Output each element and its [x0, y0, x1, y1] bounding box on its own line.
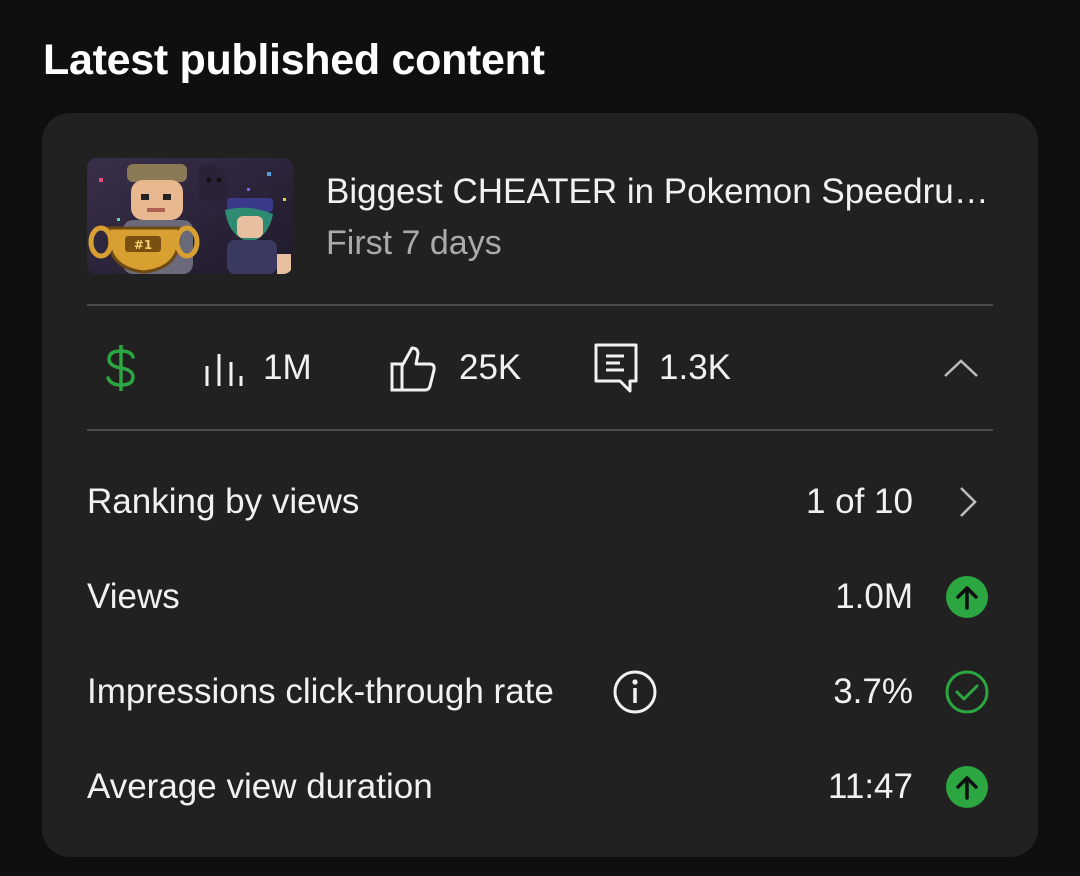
latest-content-card[interactable]: #1 Biggest CHEATER in Pokemon Speedru… F…: [42, 113, 1038, 857]
metric-label: Impressions click-through rate: [87, 672, 554, 711]
thumbnail-badge: #1: [134, 238, 152, 252]
comments-stat[interactable]: 1.3K: [593, 306, 731, 430]
divider-bottom: [87, 429, 993, 431]
chevron-up-icon: [944, 359, 978, 377]
video-row[interactable]: #1 Biggest CHEATER in Pokemon Speedru… F…: [87, 158, 993, 276]
comments-count: 1.3K: [659, 348, 731, 387]
metric-label: Ranking by views: [87, 482, 360, 521]
metric-value: 1 of 10: [805, 482, 913, 521]
check-circle-icon: [945, 670, 989, 714]
thumbs-up-icon: [390, 346, 436, 392]
likes-count: 25K: [459, 348, 522, 387]
metric-value: 3.7%: [833, 672, 913, 711]
stats-row[interactable]: 1M 25K 1.3K: [87, 306, 993, 430]
video-period: First 7 days: [326, 224, 502, 262]
metric-label: Views: [87, 577, 180, 616]
views-count: 1M: [263, 348, 312, 387]
video-thumbnail[interactable]: #1: [87, 158, 293, 274]
revenue-stat[interactable]: [103, 306, 139, 430]
avg-duration-row[interactable]: Average view duration 11:47: [87, 747, 993, 827]
video-title[interactable]: Biggest CHEATER in Pokemon Speedru…: [326, 172, 993, 212]
likes-stat[interactable]: 25K: [389, 306, 521, 430]
section-title: Latest published content: [43, 36, 545, 84]
info-icon[interactable]: [612, 669, 658, 715]
metric-value: 1.0M: [835, 577, 913, 616]
comment-icon: [594, 343, 638, 393]
thumbnail-image: #1: [87, 158, 293, 274]
views-row[interactable]: Views 1.0M: [87, 557, 993, 637]
views-stat[interactable]: 1M: [203, 306, 312, 430]
page: Latest published content #1 Biggest CHEA…: [0, 0, 1080, 876]
ranking-row[interactable]: Ranking by views 1 of 10: [87, 462, 993, 542]
arrow-up-circle-icon: [946, 576, 988, 618]
ctr-row[interactable]: Impressions click-through rate 3.7%: [87, 652, 993, 732]
metric-label: Average view duration: [87, 767, 433, 806]
metric-value: 11:47: [828, 767, 913, 806]
arrow-up-circle-icon: [946, 766, 988, 808]
bar-chart-icon: [205, 354, 243, 386]
dollar-icon: [106, 345, 135, 391]
collapse-button[interactable]: [943, 306, 979, 430]
chevron-right-icon: [960, 487, 977, 517]
